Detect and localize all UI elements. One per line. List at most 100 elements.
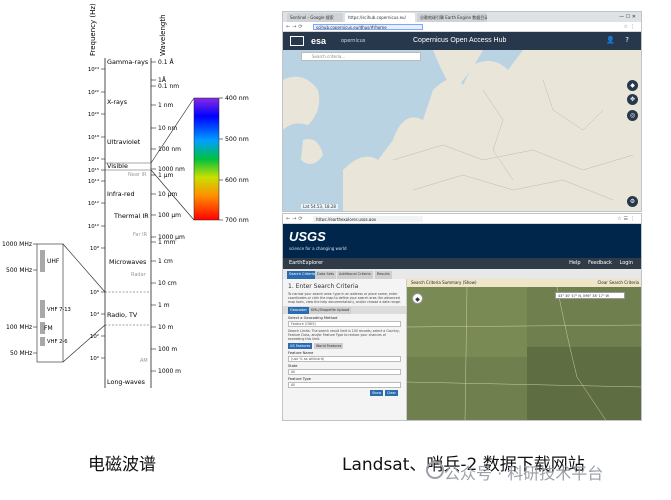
- em-spectrum-diagram: Frequency (Hz) Wavelength 10²⁴10²²10²⁰10…: [2, 3, 249, 388]
- band-gamma-rays: Gamma-rays: [107, 58, 149, 66]
- help-link[interactable]: Help: [569, 260, 580, 266]
- usgs-url-field[interactable]: https://earthexplorer.usgs.gov: [313, 216, 423, 222]
- world-features-button[interactable]: World Features: [314, 343, 344, 349]
- radio-vhf-7-13: VHF 7-13: [47, 307, 71, 313]
- frequency-tick-label: 10⁰: [90, 355, 99, 362]
- geocoding-method-select[interactable]: Feature (GNIS): [288, 321, 401, 327]
- wavelength-tick-label: 1 m: [158, 302, 170, 309]
- band-microwaves: Microwaves: [109, 258, 147, 266]
- state-select[interactable]: All: [288, 369, 401, 375]
- wavelength-ticks: 0.1 Å1Å0.1 nm1 nm10 nm100 nm1000 nm1 μm1…: [151, 59, 185, 375]
- coordinate-readout: 43° 30' 57" N, 096° 38' 17" W: [555, 292, 625, 299]
- window-controls-icon[interactable]: — ☐ ✕: [619, 13, 636, 21]
- login-link[interactable]: Login: [620, 260, 634, 266]
- wavelength-tick-label: 10 nm: [158, 125, 177, 132]
- url-field[interactable]: scihub.copernicus.eu/dhus/#/home: [313, 24, 423, 30]
- clear-button[interactable]: Clear: [385, 390, 398, 396]
- esa-header: esa opernicus Copernicus Open Access Hub…: [283, 32, 641, 50]
- browser-tab-earth-engine[interactable]: 谷歌地球引擎 Earth Engine 数据目录: [417, 13, 487, 22]
- earthexplorer-map[interactable]: ◆ 43° 30' 57" N, 096° 38' 17" W: [407, 287, 641, 420]
- frequency-tick-label: 10⁶: [90, 289, 99, 296]
- map-settings-button[interactable]: ⚙: [627, 196, 638, 207]
- earthexplorer-bar: EarthExplorer Help Feedback Login: [283, 258, 641, 269]
- band-am: AM: [140, 358, 148, 364]
- wavelength-tick-label: 10 m: [158, 324, 174, 331]
- visible-scale-ticks: [219, 97, 223, 221]
- subtab-kml-upload[interactable]: KML/Shapefile Upload: [309, 307, 352, 314]
- frequency-tick-label: 10⁸: [90, 245, 99, 252]
- copernicus-hub-screenshot: Sentinel - Google 搜索 https://scihub.cope…: [282, 11, 642, 212]
- map-drawing: [283, 50, 641, 211]
- band-ultraviolet: Ultraviolet: [107, 138, 141, 146]
- show-button[interactable]: Show: [370, 390, 384, 396]
- tab-search-criteria[interactable]: Search Criteria: [287, 271, 318, 279]
- frequency-tick-label: 10¹⁵: [88, 167, 99, 174]
- feature-button-row: US Features World Features: [288, 343, 401, 349]
- usgs-toolbar-icons[interactable]: ☆☰⋮: [617, 215, 637, 223]
- radio-detail-ticks: [33, 243, 37, 354]
- frequency-ticks: 10²⁴ 10²² 10²⁰ 10¹⁸ 10¹⁶ 10¹⁵ 10¹⁴ 10¹² 10¹⁰ 10⁸ 1…: [88, 66, 105, 362]
- browser-nav-icons[interactable]: ←→⟳: [286, 23, 305, 31]
- geocoding-method-label: Select a Geocoding Method: [288, 316, 338, 320]
- wavelength-tick-label: 0.1 Å: [158, 59, 174, 66]
- watermark-icon: [426, 461, 444, 479]
- frequency-tick-label: 10²⁴: [88, 66, 99, 73]
- band-near-ir: Near IR: [128, 172, 147, 178]
- header-user-icons[interactable]: 👤 ?: [606, 36, 633, 44]
- tab-data-sets[interactable]: Data Sets: [315, 271, 337, 279]
- caption-spectrum: 电磁波谱: [88, 455, 156, 475]
- satellite-map-drawing: [407, 287, 641, 420]
- browser-address-bar: ←→⟳ scihub.copernicus.eu/dhus/#/home ☆⋮: [283, 22, 641, 32]
- wavelength-tick-label: 1000 m: [158, 368, 181, 375]
- search-limits-text: Search Limits: The search result limit i…: [288, 329, 400, 341]
- feature-type-label: Feature Type: [288, 377, 311, 381]
- panel-instructions: To narrow your search area: type in an a…: [288, 292, 401, 304]
- panel-heading: 1. Enter Search Criteria: [288, 283, 359, 290]
- subtab-geocoder[interactable]: Geocoder: [288, 307, 309, 314]
- browser-tab-scihub[interactable]: https://scihub.copernicus.eu/: [345, 13, 415, 22]
- wavelength-axis-label: Wavelength: [159, 14, 167, 56]
- copernicus-logo-text: opernicus: [341, 38, 366, 44]
- tab-results[interactable]: Results: [375, 271, 392, 279]
- feedback-link[interactable]: Feedback: [588, 260, 612, 266]
- visible-700nm: 700 nm: [225, 217, 249, 224]
- browser-tab-google[interactable]: Sentinel - Google 搜索: [287, 13, 343, 22]
- clear-criteria-link[interactable]: Clear Search Criteria: [597, 279, 639, 287]
- radio-dashed-lines: [105, 291, 151, 326]
- radio-1000mhz: 1000 MHz: [2, 241, 32, 248]
- frequency-tick-label: 10²⁰: [88, 111, 99, 118]
- menu-icon[interactable]: [290, 36, 304, 46]
- wavelength-tick-label: 1 nm: [158, 102, 174, 109]
- wavelength-tick-label: 1 mm: [158, 239, 176, 246]
- wavelength-tick-label: 1 μm: [158, 172, 174, 179]
- usgs-nav-icons[interactable]: ←→⟳: [286, 215, 305, 223]
- frequency-axis-label: Frequency (Hz): [89, 3, 97, 56]
- copernicus-map[interactable]: ◆ ✥ ◎ ⚙ Lat 54.53, 18.28: [283, 50, 641, 211]
- geocoder-subtabs: Geocoder KML/Shapefile Upload: [283, 306, 406, 314]
- map-layer-toggle[interactable]: ◆: [412, 293, 423, 304]
- map-pan-button[interactable]: ✥: [627, 94, 638, 105]
- map-layers-button[interactable]: ◆: [627, 80, 638, 91]
- tab-additional-criteria[interactable]: Additional Criteria: [337, 271, 373, 279]
- frequency-tick-label: 10¹⁶: [88, 156, 99, 163]
- map-zoom-button[interactable]: ◎: [627, 110, 638, 121]
- band-radar: Radar: [131, 272, 147, 278]
- feature-name-label: Feature Name: [288, 351, 314, 355]
- wavelength-tick-label: 100 μm: [158, 212, 181, 219]
- radio-100mhz: 100 MHz: [6, 324, 32, 331]
- usgs-header: USGS science for a changing world: [283, 224, 641, 258]
- frequency-tick-label: 10¹⁴: [88, 178, 99, 185]
- frequency-tick-label: 10¹⁰: [88, 223, 99, 230]
- usgs-logo: USGS: [289, 229, 326, 244]
- band-x-rays: X-rays: [107, 98, 128, 106]
- feature-type-select[interactable]: All: [288, 382, 401, 388]
- feature-name-input[interactable]: (use % as wildcard): [288, 356, 401, 362]
- band-visible: Visible: [107, 162, 128, 170]
- us-features-button[interactable]: US Features: [288, 343, 313, 349]
- browser-toolbar-icons[interactable]: ☆⋮: [624, 23, 637, 31]
- wavelength-tick-label: 0.1 nm: [158, 83, 179, 90]
- earthexplorer-screenshot: ←→⟳ https://earthexplorer.usgs.gov ☆☰⋮ U…: [282, 213, 642, 421]
- esa-search-input[interactable]: Search criteria...: [301, 52, 421, 61]
- action-button-row: Show Clear: [288, 390, 401, 396]
- summary-label[interactable]: Search Criteria Summary (Show): [411, 279, 477, 287]
